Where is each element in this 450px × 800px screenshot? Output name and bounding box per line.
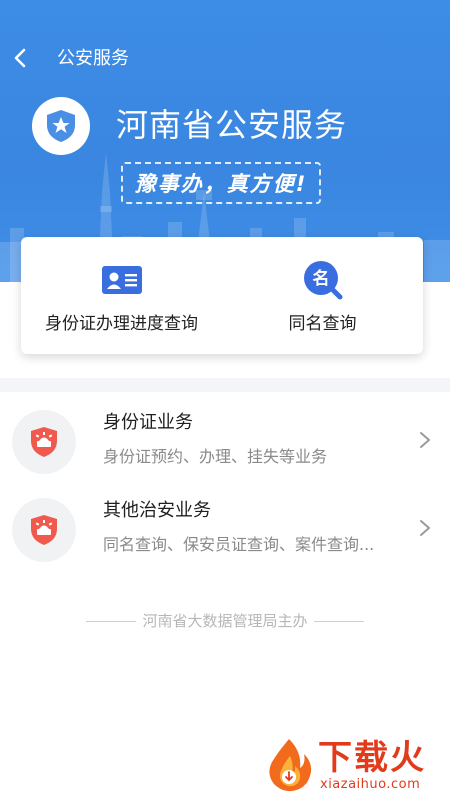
service-subtitle: 身份证预约、办理、挂失等业务	[103, 447, 328, 466]
watermark-logo: 下载火 xiazaihuo.com	[262, 736, 446, 796]
service-title: 其他治安业务	[103, 500, 211, 521]
section-divider	[0, 378, 450, 392]
slogan-badge: 豫事办，真方便!	[121, 162, 321, 204]
same-name-search-icon: 名	[303, 261, 342, 300]
service-title: 身份证业务	[103, 412, 193, 433]
service-icon-wrap	[12, 498, 76, 562]
police-emblem	[32, 97, 90, 155]
police-shield-icon	[31, 515, 57, 545]
same-name-query-label: 同名查询	[288, 314, 357, 334]
service-icon-wrap	[12, 410, 76, 474]
chevron-left-icon	[14, 48, 26, 68]
flame-logo-icon	[269, 739, 312, 792]
footer-sponsor: 河南省大数据管理局主办	[0, 611, 450, 631]
id-progress-query-button[interactable]: 身份证办理进度查询	[21, 237, 222, 354]
id-card-icon	[101, 266, 142, 294]
service-item-id-card[interactable]: 身份证业务 身份证预约、办理、挂失等业务	[0, 396, 450, 484]
watermark-domain: xiazaihuo.com	[320, 777, 421, 792]
service-subtitle: 同名查询、保安员证查询、案件查询...	[103, 535, 375, 554]
footer-sponsor-text: 河南省大数据管理局主办	[142, 612, 308, 630]
footer-rule-left	[86, 621, 137, 622]
chevron-right-icon	[420, 432, 430, 448]
service-item-other-security[interactable]: 其他治安业务 同名查询、保安员证查询、案件查询...	[0, 484, 450, 572]
chevron-right-icon	[420, 520, 430, 536]
same-name-icon-glyph: 名	[312, 268, 329, 289]
nav-title: 公安服务	[57, 48, 129, 69]
police-shield-star-icon	[47, 110, 75, 142]
page-title: 河南省公安服务	[116, 106, 348, 144]
same-name-query-button[interactable]: 名 同名查询	[222, 237, 423, 354]
watermark-brand: 下载火	[318, 738, 426, 778]
police-shield-icon	[31, 427, 57, 457]
id-progress-query-label: 身份证办理进度查询	[45, 314, 198, 334]
quick-actions-card: 身份证办理进度查询 名 同名查询	[21, 237, 423, 354]
back-button[interactable]	[8, 44, 32, 72]
footer-rule-right	[313, 621, 364, 622]
